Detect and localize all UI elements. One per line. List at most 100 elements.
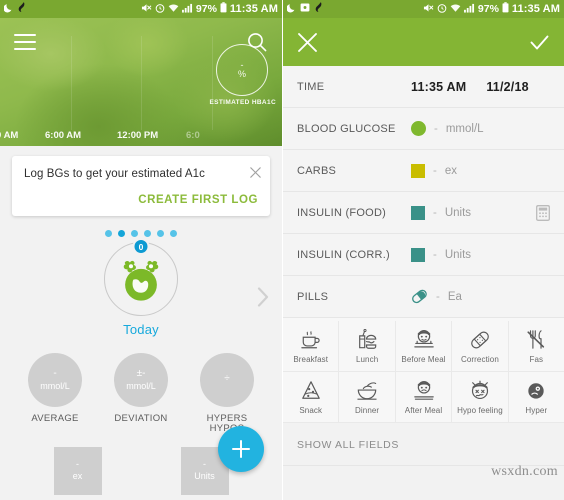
bowl-cutlery-icon bbox=[356, 380, 378, 402]
menu-icon[interactable] bbox=[14, 34, 36, 50]
row-blood-glucose[interactable]: BLOOD GLUCOSE - mmol/L bbox=[283, 108, 564, 150]
toast-container: Log BGs to get your estimated A1c CREATE… bbox=[0, 146, 282, 216]
tag-label: Lunch bbox=[355, 354, 379, 364]
close-icon[interactable] bbox=[297, 32, 318, 53]
hba1c-unit: % bbox=[237, 69, 246, 79]
battery-icon bbox=[502, 2, 509, 16]
alarm-icon bbox=[155, 3, 165, 16]
face-after-meal-icon bbox=[413, 380, 435, 402]
tag-label: Breakfast bbox=[293, 354, 329, 364]
calculator-icon[interactable] bbox=[536, 204, 550, 221]
avatar-section: 0 Today bbox=[0, 230, 282, 337]
close-icon[interactable] bbox=[250, 165, 261, 178]
moon-icon bbox=[286, 3, 296, 16]
row-time[interactable]: TIME 11:35 AM 11/2/18 bbox=[283, 66, 564, 108]
row-pills[interactable]: PILLS - Ea bbox=[283, 276, 564, 318]
row-carbs[interactable]: CARBS - ex bbox=[283, 150, 564, 192]
estimated-hba1c-label: ESTIMATED HBA1C bbox=[209, 99, 276, 106]
tag-row-2: Snack Dinner After Meal Hypo feeling Hyp… bbox=[283, 372, 564, 423]
alarm-icon bbox=[437, 3, 447, 16]
status-bar-system-icons: 97% 11:35 AM bbox=[423, 2, 560, 16]
wifi-icon bbox=[168, 3, 179, 16]
row-insulin-corr[interactable]: INSULIN (CORR.) - Units bbox=[283, 234, 564, 276]
time-value[interactable]: 11:35 AM bbox=[411, 80, 466, 94]
stat-value: ÷ bbox=[224, 373, 230, 384]
stat-deviation[interactable]: ±- mmol/L DEVIATION bbox=[99, 353, 183, 435]
row-label: BLOOD GLUCOSE bbox=[297, 122, 396, 135]
app-icon bbox=[314, 2, 324, 16]
show-all-fields-button[interactable]: SHOW ALL FIELDS bbox=[283, 423, 564, 451]
tag-dinner[interactable]: Dinner bbox=[339, 372, 396, 422]
tag-hyper[interactable]: Hyper bbox=[509, 372, 564, 422]
tag-label: Hypo feeling bbox=[457, 405, 503, 415]
status-bar-clock: 11:35 AM bbox=[511, 3, 560, 15]
burger-drink-icon bbox=[356, 329, 378, 351]
square-value: - bbox=[203, 459, 206, 470]
stat-hypers-hypos[interactable]: ÷ HYPERS HYPOS bbox=[185, 353, 269, 435]
status-bar-notification-icons bbox=[3, 2, 27, 16]
tag-row-1: Breakfast Lunch Before Meal Correction F… bbox=[283, 321, 564, 372]
tag-hypo-feeling[interactable]: Hypo feeling bbox=[452, 372, 509, 422]
tag-correction[interactable]: Correction bbox=[452, 321, 509, 371]
day-dot[interactable] bbox=[105, 230, 112, 237]
estimated-hba1c-circle[interactable]: - % bbox=[216, 44, 268, 96]
time-axis: 0 AM 6:00 AM 12:00 PM 6:0 bbox=[0, 130, 282, 144]
stat-value: ±- bbox=[136, 368, 146, 379]
left-screen-dashboard: 97% 11:35 AM - % ESTIMATED HBA1C AM 6:00… bbox=[0, 0, 282, 500]
face-before-meal-icon bbox=[413, 329, 435, 351]
left-status-bar: 97% 11:35 AM bbox=[0, 0, 282, 18]
row-value: - bbox=[433, 206, 437, 219]
wifi-icon bbox=[450, 3, 461, 16]
stat-value: - bbox=[53, 368, 57, 379]
add-entry-button[interactable] bbox=[218, 426, 264, 472]
battery-icon bbox=[220, 2, 227, 16]
row-label: INSULIN (FOOD) bbox=[297, 206, 387, 219]
face-dizzy-icon bbox=[469, 380, 491, 402]
signal-icon bbox=[463, 3, 475, 16]
status-bar-clock: 11:35 AM bbox=[229, 3, 278, 15]
create-first-log-button[interactable]: CREATE FIRST LOG bbox=[24, 194, 258, 206]
day-dot-active[interactable] bbox=[118, 230, 125, 237]
tag-fasting[interactable]: Fas bbox=[509, 321, 564, 371]
tag-label: Correction bbox=[460, 354, 499, 364]
right-screen-new-entry: 97% 11:35 AM TIME 11:35 AM 11/2/18 BLOOD… bbox=[282, 0, 564, 500]
entry-form: TIME 11:35 AM 11/2/18 BLOOD GLUCOSE - mm… bbox=[283, 66, 564, 318]
day-dot[interactable] bbox=[170, 230, 177, 237]
row-unit: Units bbox=[444, 248, 472, 261]
stat-label: DEVIATION bbox=[114, 413, 168, 424]
axis-tick-3: 6:0 bbox=[186, 130, 200, 141]
square-unit: ex bbox=[72, 471, 83, 482]
row-insulin-food[interactable]: INSULIN (FOOD) - Units bbox=[283, 192, 564, 234]
day-dot[interactable] bbox=[131, 230, 138, 237]
tag-snack[interactable]: Snack bbox=[283, 372, 340, 422]
entry-action-bar bbox=[283, 18, 564, 66]
tag-after-meal[interactable]: After Meal bbox=[396, 372, 453, 422]
axis-tick-0: 0 AM bbox=[0, 130, 19, 141]
summary-stats: - mmol/L AVERAGE ±- mmol/L DEVIATION ÷ H… bbox=[0, 353, 282, 435]
tag-lunch[interactable]: Lunch bbox=[339, 321, 396, 371]
tag-label: After Meal bbox=[404, 405, 443, 415]
tag-breakfast[interactable]: Breakfast bbox=[283, 321, 340, 371]
square-carbs[interactable]: - ex bbox=[53, 446, 102, 495]
pizza-slice-icon bbox=[300, 380, 322, 402]
avatar-day-label: Today bbox=[123, 322, 159, 337]
glucose-chart-hero[interactable]: - % ESTIMATED HBA1C 0 AM 6:00 AM 12:00 P… bbox=[0, 18, 282, 146]
day-dots[interactable] bbox=[0, 230, 282, 237]
tag-before-meal[interactable]: Before Meal bbox=[396, 321, 453, 371]
chevron-right-icon[interactable] bbox=[256, 286, 270, 308]
blood-glucose-swatch-icon bbox=[411, 121, 426, 136]
toast-message: Log BGs to get your estimated A1c bbox=[24, 168, 206, 180]
row-label: CARBS bbox=[297, 164, 337, 177]
check-icon[interactable] bbox=[529, 32, 550, 53]
row-label: TIME bbox=[297, 80, 325, 93]
stat-average[interactable]: - mmol/L AVERAGE bbox=[13, 353, 97, 435]
moon-icon bbox=[3, 3, 13, 16]
date-value[interactable]: 11/2/18 bbox=[486, 80, 528, 94]
watermark: wsxdn.com bbox=[491, 464, 558, 479]
day-dot[interactable] bbox=[144, 230, 151, 237]
stat-label: AVERAGE bbox=[31, 413, 79, 424]
row-unit: mmol/L bbox=[445, 122, 484, 135]
tag-label: Fas bbox=[529, 354, 544, 364]
day-dot[interactable] bbox=[157, 230, 164, 237]
bandage-icon bbox=[469, 329, 491, 351]
